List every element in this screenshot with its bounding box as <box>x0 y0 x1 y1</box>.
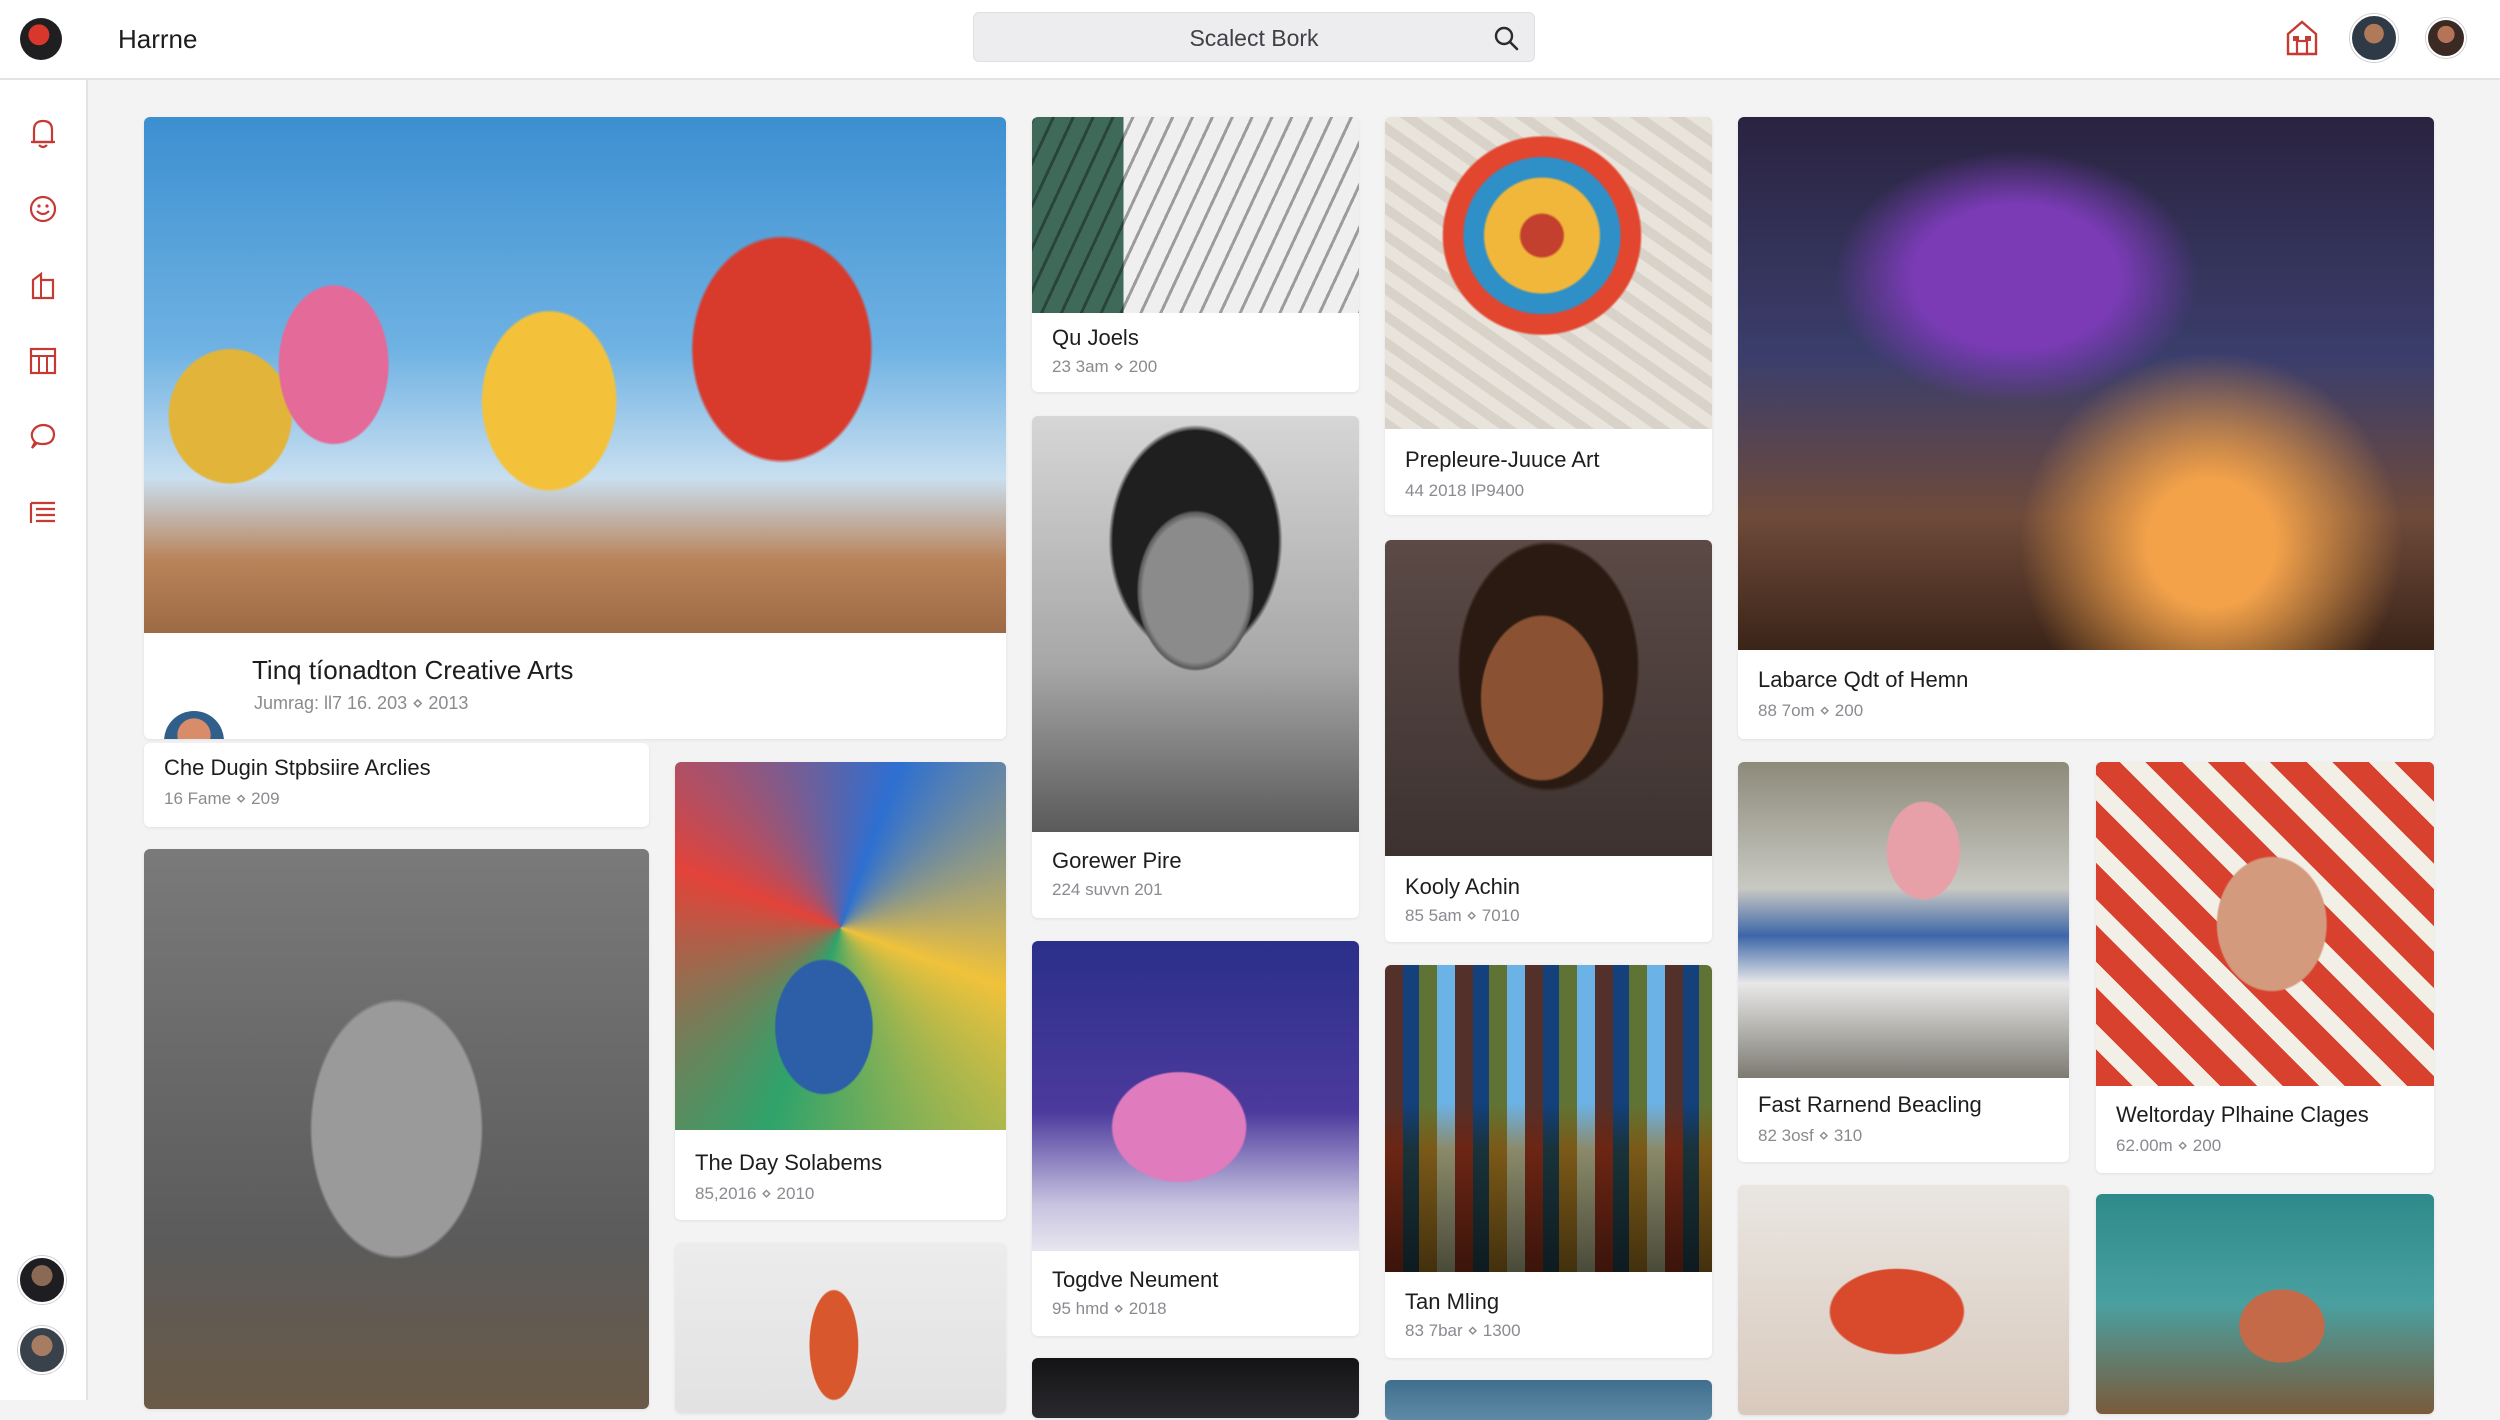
card-meta: 16 Fame ⋄ 209 <box>164 789 280 808</box>
card-meta: 44 2018 lP9400 <box>1405 481 1525 500</box>
card-meta: 85,2016 ⋄ 2010 <box>695 1184 815 1203</box>
card-image[interactable] <box>1385 965 1712 1272</box>
chat-icon[interactable] <box>26 420 60 454</box>
author-avatar[interactable] <box>164 711 224 739</box>
card[interactable] <box>1385 1380 1712 1420</box>
card-image[interactable] <box>1032 941 1359 1251</box>
card-image[interactable] <box>1032 416 1359 832</box>
card-image[interactable] <box>1738 762 2069 1078</box>
card-image[interactable] <box>1032 117 1359 313</box>
card-image[interactable] <box>1385 540 1712 856</box>
card-title[interactable]: Gorewer Pire <box>1052 848 1182 874</box>
card[interactable] <box>1738 1185 2069 1415</box>
card-meta: Jumrag: ll7 16. 203 ⋄ 2013 <box>254 693 469 713</box>
card-meta: 85 5am ⋄ 7010 <box>1405 906 1520 925</box>
card-image[interactable] <box>675 762 1006 1130</box>
card[interactable]: Fast Rarnend Beacling 82 3osf ⋄ 310 <box>1738 762 2069 1162</box>
card-image[interactable] <box>675 1243 1006 1413</box>
card[interactable]: Prepleure-Juuce Art 44 2018 lP9400 <box>1385 117 1712 515</box>
bell-icon[interactable] <box>26 116 60 150</box>
card-image[interactable] <box>2096 762 2434 1086</box>
card-title[interactable]: Weltorday Plhaine Clages <box>2116 1102 2369 1128</box>
card-image[interactable] <box>1385 1380 1712 1420</box>
card-title[interactable]: Tinq tíonadton Creative Arts <box>252 655 573 686</box>
search-input[interactable]: Scalect Bork <box>974 25 1534 52</box>
card-title[interactable]: The Day Solabems <box>695 1150 882 1176</box>
card[interactable]: Labarce Qdt of Hemn 88 7om ⋄ 200 <box>1738 117 2434 739</box>
card-hero[interactable]: Tinq tíonadton Creative Arts Jumrag: ll7… <box>144 117 1006 739</box>
card[interactable] <box>144 849 649 1409</box>
card-title[interactable]: Che Dugin Stpbsiire Arclies <box>164 755 431 781</box>
card-image[interactable] <box>2096 1194 2434 1414</box>
card[interactable]: Tan Mling 83 7bar ⋄ 1300 <box>1385 965 1712 1358</box>
smile-icon[interactable] <box>26 192 60 226</box>
logo-icon[interactable] <box>20 18 62 60</box>
card[interactable]: The Day Solabems 85,2016 ⋄ 2010 <box>675 762 1006 1220</box>
card-meta: 23 3am ⋄ 200 <box>1052 357 1158 376</box>
card-image[interactable] <box>1032 1358 1359 1418</box>
sidebar <box>0 80 88 1400</box>
card-image[interactable] <box>1738 117 2434 650</box>
user-avatar[interactable] <box>2350 14 2398 62</box>
card[interactable]: Che Dugin Stpbsiire Arclies 16 Fame ⋄ 20… <box>144 743 649 827</box>
list-icon[interactable] <box>26 496 60 530</box>
card[interactable] <box>1032 1358 1359 1418</box>
card[interactable]: Gorewer Pire 224 suvvn 201 <box>1032 416 1359 918</box>
card-title[interactable]: Kooly Achin <box>1405 874 1520 900</box>
profile-avatar[interactable] <box>2426 18 2466 58</box>
card-image[interactable] <box>144 117 1006 633</box>
card-image[interactable] <box>144 849 649 1409</box>
grid-icon[interactable] <box>26 344 60 378</box>
card-title[interactable]: Qu Joels <box>1052 325 1139 351</box>
card-title[interactable]: Fast Rarnend Beacling <box>1758 1092 1982 1118</box>
card-meta: 224 suvvn 201 <box>1052 880 1163 899</box>
card-title[interactable]: Tan Mling <box>1405 1289 1499 1315</box>
card-meta: 88 7om ⋄ 200 <box>1758 701 1864 720</box>
card-meta: 83 7bar ⋄ 1300 <box>1405 1321 1521 1340</box>
card[interactable] <box>2096 1194 2434 1414</box>
card[interactable]: Weltorday Plhaine Clages 62.00m ⋄ 200 <box>2096 762 2434 1173</box>
card[interactable]: Kooly Achin 85 5am ⋄ 7010 <box>1385 540 1712 942</box>
card-image[interactable] <box>1738 1185 2069 1415</box>
card-title[interactable]: Prepleure-Juuce Art <box>1405 447 1599 473</box>
card-title[interactable]: Labarce Qdt of Hemn <box>1758 667 1968 693</box>
card-meta: 82 3osf ⋄ 310 <box>1758 1126 1863 1145</box>
card-title[interactable]: Togdve Neument <box>1052 1267 1218 1293</box>
sidebar-avatar-1[interactable] <box>18 1256 66 1304</box>
card[interactable]: Togdve Neument 95 hmd ⋄ 2018 <box>1032 941 1359 1336</box>
card-meta: 95 hmd ⋄ 2018 <box>1052 1299 1167 1318</box>
search-bar[interactable]: Scalect Bork <box>973 12 1535 62</box>
sidebar-avatar-2[interactable] <box>18 1326 66 1374</box>
search-icon[interactable] <box>1492 24 1520 52</box>
home-icon[interactable] <box>2285 18 2319 58</box>
top-bar: Harrne Scalect Bork <box>0 0 2500 80</box>
bookmark-icon[interactable] <box>26 268 60 302</box>
card-image[interactable] <box>1385 117 1712 429</box>
card[interactable] <box>675 1243 1006 1413</box>
card-meta: 62.00m ⋄ 200 <box>2116 1136 2222 1155</box>
app-name[interactable]: Harrne <box>118 24 197 55</box>
card[interactable]: Qu Joels 23 3am ⋄ 200 <box>1032 117 1359 392</box>
